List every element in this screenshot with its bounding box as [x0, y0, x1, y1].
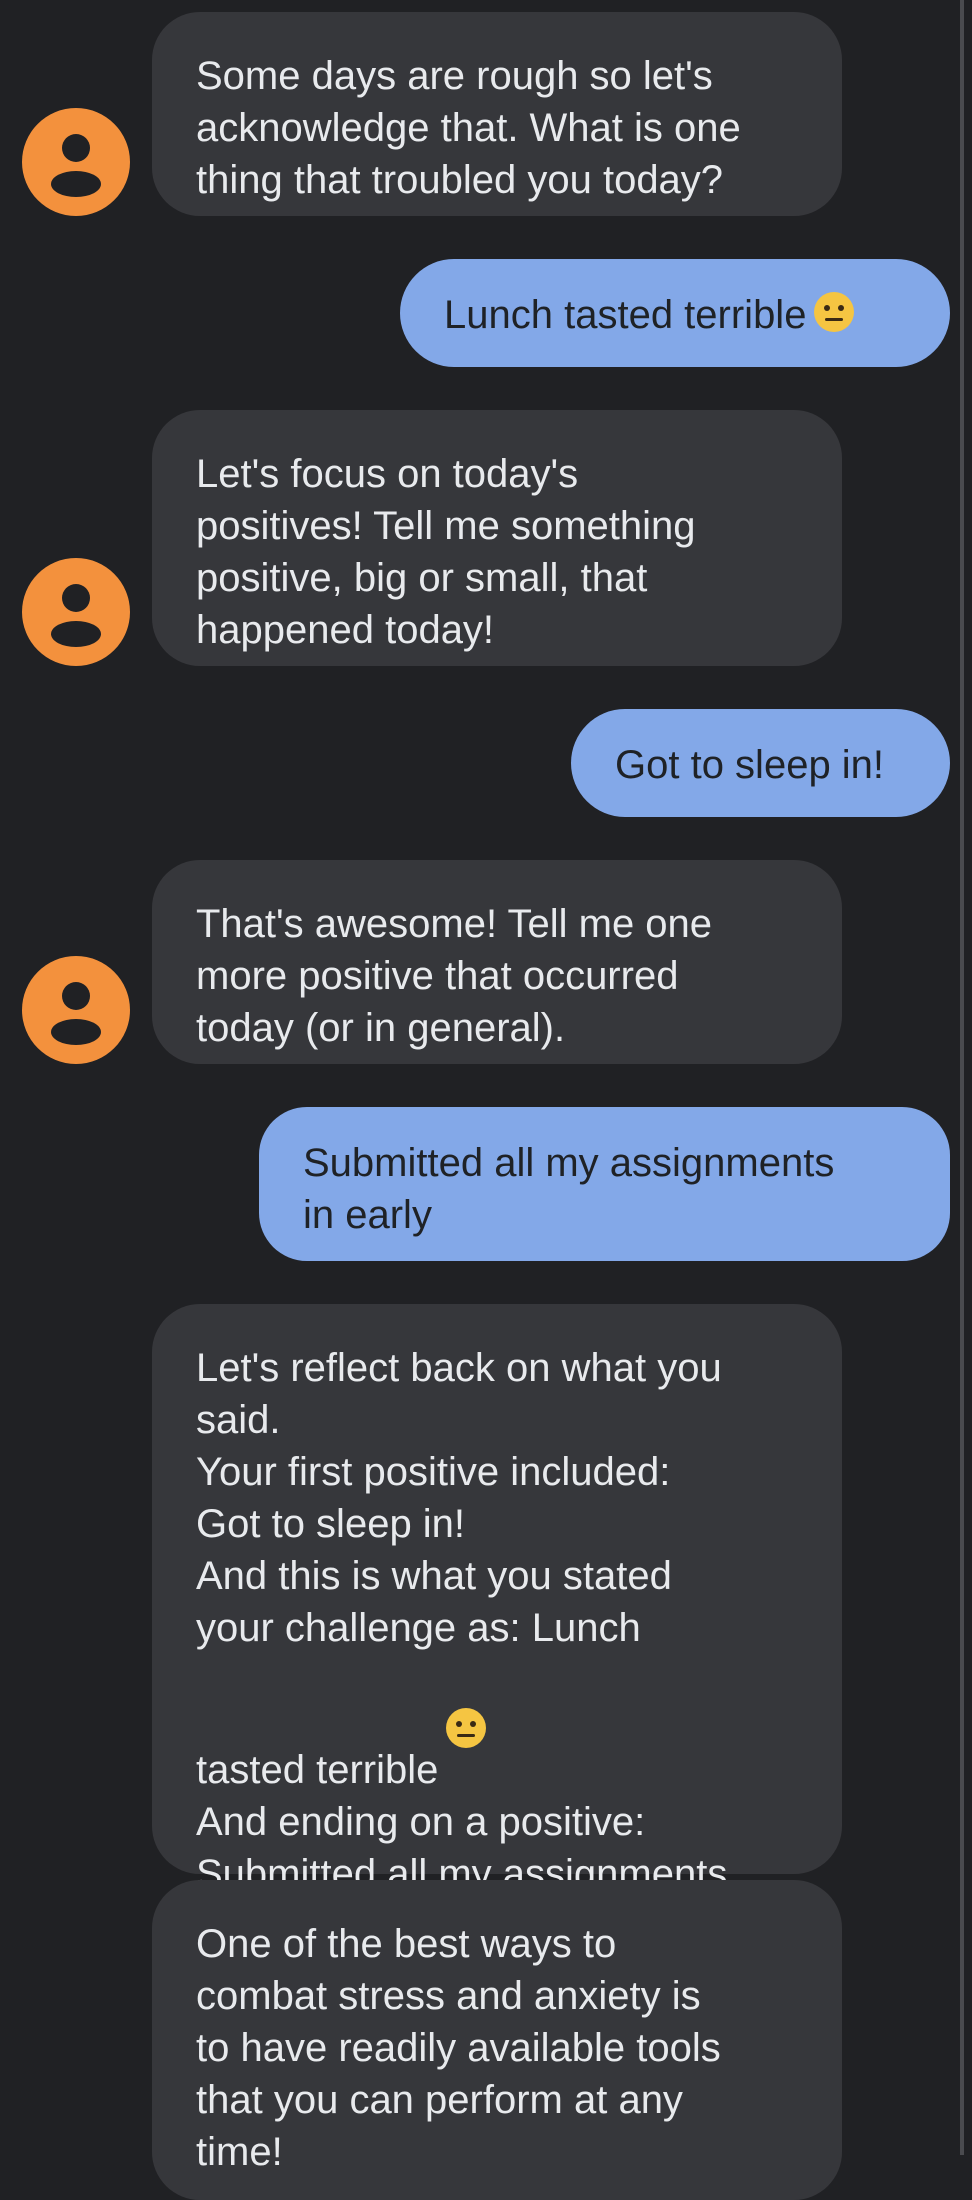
bot-message: That's awesome! Tell me one more positiv…	[152, 860, 842, 1064]
user-message: Lunch tasted terrible	[400, 259, 950, 367]
user-message: Got to sleep in!	[571, 709, 950, 817]
bot-avatar-person-icon	[22, 558, 130, 666]
bot-avatar-person-icon	[22, 108, 130, 216]
bot-message: Let's focus on today's positives! Tell m…	[152, 410, 842, 666]
bot-message: Some days are rough so let's acknowledge…	[152, 12, 842, 216]
bot-avatar-person-icon	[22, 956, 130, 1064]
bot-message: One of the best ways to combat stress an…	[152, 1880, 842, 2200]
neutral-face-emoji-icon	[812, 290, 856, 334]
scrollbar[interactable]	[960, 0, 964, 2155]
user-message: Submitted all my assignments in early	[259, 1107, 950, 1261]
bot-message: Let's reflect back on what you said. You…	[152, 1304, 842, 1945]
user-message-text: Lunch tasted terrible	[444, 293, 807, 337]
neutral-face-emoji-icon	[444, 1654, 488, 1748]
